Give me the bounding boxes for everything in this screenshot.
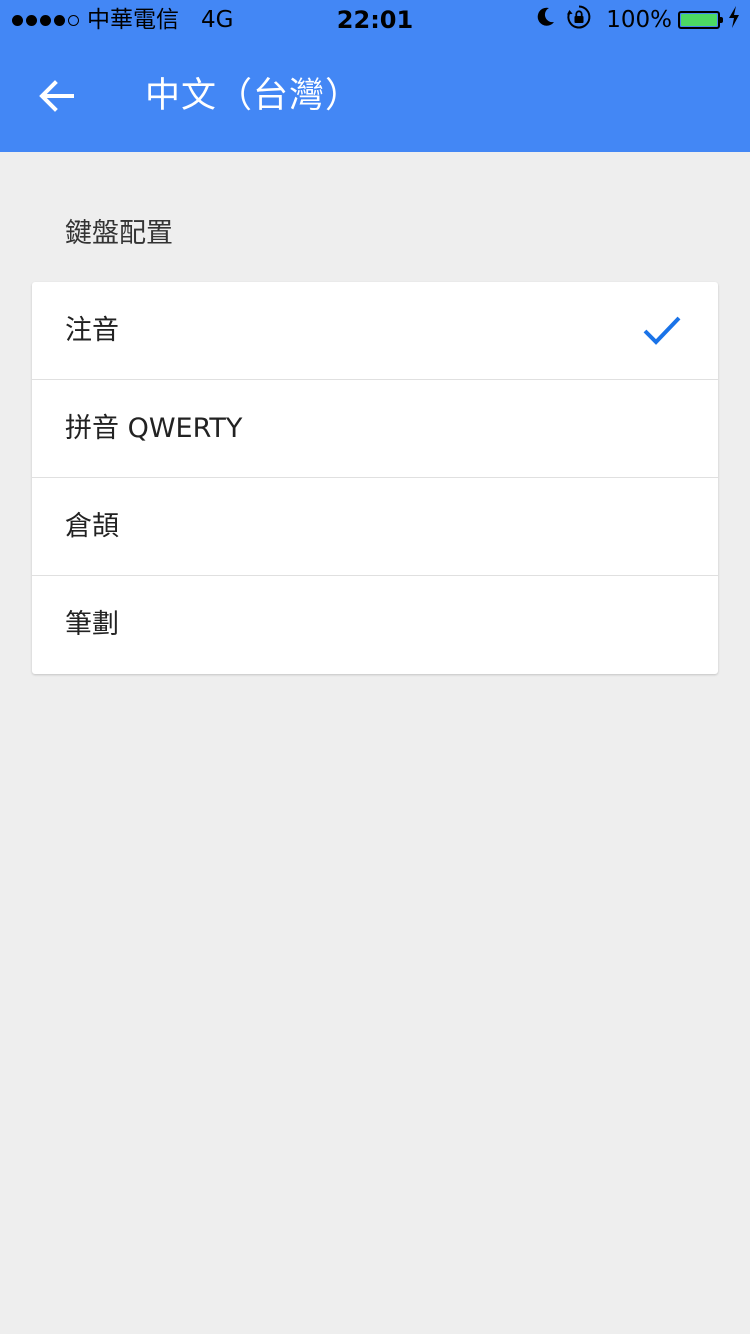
layout-list: 注音 拼音 QWERTY 倉頡 筆劃 <box>32 282 718 674</box>
app-bar: 中華電信 4G 22:01 100% 中文（台灣） <box>0 0 750 152</box>
battery-icon <box>678 11 723 29</box>
layout-option-label: 拼音 QWERTY <box>65 412 243 444</box>
battery-percent: 100% <box>606 7 672 33</box>
layout-option-label: 筆劃 <box>65 609 119 640</box>
layout-option-label: 倉頡 <box>65 510 119 542</box>
status-bar: 中華電信 4G 22:01 100% <box>0 0 750 40</box>
section-header: 鍵盤配置 <box>65 218 173 249</box>
status-right: 100% <box>526 4 740 36</box>
back-button[interactable] <box>30 72 82 120</box>
rotation-lock-icon <box>566 4 592 36</box>
layout-option-zhuyin[interactable]: 注音 <box>32 282 718 380</box>
layout-option-stroke[interactable]: 筆劃 <box>32 576 718 674</box>
battery-level <box>681 14 717 26</box>
checkmark-icon <box>643 316 681 345</box>
page-title: 中文（台灣） <box>145 76 362 116</box>
arrow-left-icon <box>39 80 74 112</box>
layout-option-label: 注音 <box>65 314 119 346</box>
layout-option-pinyin-qwerty[interactable]: 拼音 QWERTY <box>32 380 718 478</box>
moon-icon <box>536 6 556 34</box>
layout-option-cangjie[interactable]: 倉頡 <box>32 478 718 576</box>
charging-bolt-icon <box>728 6 740 34</box>
